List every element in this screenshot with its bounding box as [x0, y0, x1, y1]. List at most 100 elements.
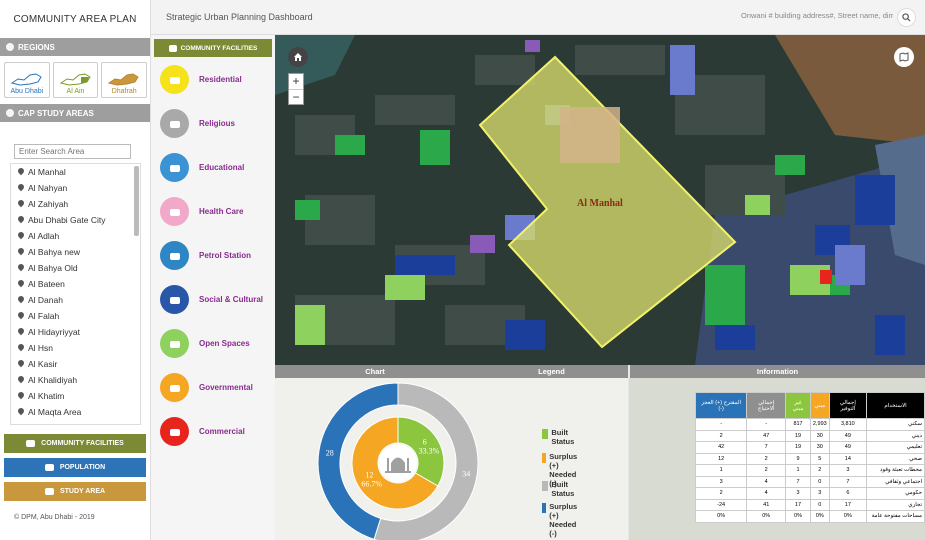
facilities-header: COMMUNITY FACILITIES	[154, 39, 272, 57]
mosque-icon	[385, 457, 411, 473]
table-cell: 17	[828, 498, 868, 511]
box-icon	[44, 488, 54, 495]
facility-item[interactable]: Open Spaces	[160, 329, 250, 358]
table-cell: 2	[694, 487, 748, 500]
table-cell: 7	[828, 475, 868, 488]
slice-label: 28	[326, 449, 334, 458]
legend-swatch	[542, 429, 549, 439]
community-facilities-button[interactable]: COMMUNITY FACILITIES	[4, 434, 146, 453]
region-al-ain[interactable]: Al Ain	[52, 62, 99, 98]
app-title: COMMUNITY AREA PLAN	[13, 13, 137, 25]
list-scrollbar[interactable]	[134, 166, 139, 236]
table-header-cell: إجمالي الاحتياج	[746, 392, 787, 419]
study-area-item[interactable]: Al Falah	[11, 308, 140, 324]
population-button[interactable]: POPULATION	[4, 458, 146, 477]
table-cell: 4	[746, 487, 787, 500]
study-area-item[interactable]: Al Maqta Area	[11, 404, 140, 420]
table-cell: 0%	[828, 510, 868, 523]
study-area-label: Al Hidayriyyat	[28, 327, 80, 337]
table-cell: 17	[785, 498, 811, 511]
facility-item[interactable]: Social & Cultural	[160, 285, 263, 314]
facilities-icon	[26, 440, 36, 447]
study-area-label: Al Kasir	[28, 359, 58, 369]
fuel-icon	[160, 241, 189, 270]
facility-item[interactable]: Governmental	[160, 373, 253, 402]
study-area-label: Al Nahyan	[28, 183, 68, 193]
legend-swatch	[542, 481, 549, 491]
facility-item[interactable]: Religious	[160, 109, 235, 138]
table-cell: 0%	[809, 510, 830, 523]
facility-label: Open Spaces	[199, 339, 250, 348]
map-view[interactable]: + − Al Manhal	[275, 35, 925, 365]
facilities-header-label: COMMUNITY FACILITIES	[180, 44, 258, 52]
study-area-item[interactable]: Al Hidayriyyat	[11, 324, 140, 340]
region-abu-dhabi[interactable]: Abu Dhabi	[4, 62, 50, 98]
table-cell: 5	[809, 452, 830, 465]
al-ain-map-icon	[59, 73, 91, 86]
table-header-cell: مبني	[809, 392, 830, 419]
search-button[interactable]	[897, 8, 916, 27]
location-pin-icon	[18, 360, 24, 368]
legend-item: Built Status	[542, 428, 578, 446]
facilities-panel: COMMUNITY FACILITIES Residential Religiou…	[151, 35, 275, 540]
table-cell: 1	[694, 464, 748, 477]
facility-item[interactable]: Commercial	[160, 417, 245, 446]
study-area-button[interactable]: STUDY AREA	[4, 482, 146, 501]
facility-item[interactable]: Petrol Station	[160, 241, 251, 270]
table-cell: 1	[785, 464, 811, 477]
study-area-item[interactable]: Al Bateen	[11, 276, 140, 292]
address-search-input[interactable]: Onwani # building address#, Street name,…	[741, 11, 893, 20]
park-icon	[160, 329, 189, 358]
study-area-item[interactable]: Al Bahya new	[11, 244, 140, 260]
legend-label: Surplus (+) Needed (-)	[549, 502, 578, 538]
search-icon	[902, 13, 911, 22]
location-pin-icon	[18, 232, 24, 240]
study-area-item[interactable]: Al Hsn	[11, 340, 140, 356]
facility-info-table: المقترح (+) العجز (-) إجمالي الاحتياج غير …	[694, 392, 925, 523]
table-cell: 3	[809, 487, 830, 500]
study-areas-header-label: CAP STUDY AREAS	[18, 108, 94, 118]
facility-item[interactable]: Health Care	[160, 197, 243, 226]
button-label: COMMUNITY FACILITIES	[41, 440, 124, 447]
study-area-label: Al Hsn	[28, 343, 54, 353]
basemap-toggle-button[interactable]	[894, 47, 914, 67]
table-header-row: المقترح (+) العجز (-) إجمالي الاحتياج غير …	[694, 392, 925, 419]
table-cell: 42	[694, 441, 748, 454]
chart-panel: 34 28 6 33.3% 12 66.7% Built Status Surplus (+…	[275, 378, 628, 540]
study-area-item[interactable]: Al Nahyan	[11, 180, 140, 196]
location-pin-icon	[18, 184, 24, 192]
button-label: POPULATION	[59, 464, 106, 471]
study-area-item[interactable]: Al Bahya Old	[11, 260, 140, 276]
study-area-item[interactable]: Al Kasir	[11, 356, 140, 372]
facility-label: Religious	[199, 119, 236, 128]
copyright: © DPM, Abu Dhabi - 2019	[14, 514, 95, 521]
location-pin-icon	[18, 328, 24, 336]
facility-item[interactable]: Residential	[160, 65, 242, 94]
zoom-in-button[interactable]: +	[289, 74, 303, 89]
study-area-item[interactable]: Al Adlah	[11, 228, 140, 244]
legend-label: Built Status	[551, 428, 575, 446]
table-cell: 0%	[746, 510, 787, 523]
study-area-item[interactable]: Al Danah	[11, 292, 140, 308]
study-area-label: Al Maqta Area	[28, 407, 82, 417]
home-button[interactable]	[288, 47, 308, 67]
table-cell: 19	[785, 429, 811, 442]
table-cell: 6	[828, 487, 868, 500]
facility-item[interactable]: Educational	[160, 153, 244, 182]
table-cell: 3,810	[828, 418, 868, 431]
study-area-item[interactable]: Al Zahiyah	[11, 196, 140, 212]
row-label: تجاري	[866, 498, 925, 511]
study-area-item[interactable]: Al Manhal	[11, 164, 140, 180]
study-area-item[interactable]: Al Khalidiyah	[11, 372, 140, 388]
region-dhafrah[interactable]: Dhafrah	[101, 62, 148, 98]
study-area-item[interactable]: Abu Dhabi Gate City	[11, 212, 140, 228]
area-search-input[interactable]	[14, 144, 131, 159]
top-bar: Strategic Urban Planning Dashboard Onwan…	[151, 0, 925, 35]
study-area-label: Al Bahya Old	[28, 263, 78, 273]
zoom-out-button[interactable]: −	[289, 89, 303, 104]
dhafrah-map-icon	[107, 73, 139, 86]
location-pin-icon	[18, 280, 24, 288]
table-cell: -24	[694, 498, 748, 511]
study-area-item[interactable]: Al Khatim	[11, 388, 140, 404]
facility-donut-chart: 34 28 633.3% 1266.7%	[317, 382, 479, 540]
